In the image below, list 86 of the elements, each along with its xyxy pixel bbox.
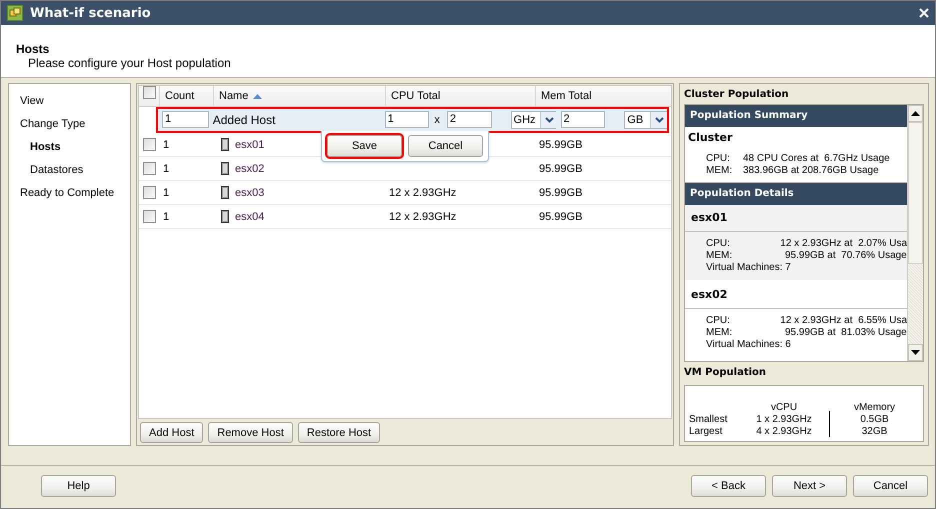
stat-label: MEM:: [706, 165, 734, 177]
stat-label: CPU:: [706, 238, 731, 250]
host-name[interactable]: esx01: [235, 138, 264, 150]
stat-value: 95.99GB at 70.76% Usage: [785, 250, 907, 262]
host-name[interactable]: Added Host: [212, 112, 385, 126]
stat-value: 12 x 2.93GHz at 6.55% Usa: [780, 315, 907, 327]
app-logo-icon: [7, 5, 23, 21]
wizard-step[interactable]: Datastores: [9, 162, 130, 185]
column-header[interactable]: CPU Total: [385, 86, 535, 106]
section-heading: Population Summary: [685, 105, 907, 127]
row-checkbox[interactable]: [142, 162, 156, 175]
caret-icon: [655, 116, 664, 122]
column-header[interactable]: Mem Total: [535, 86, 671, 106]
memory-field[interactable]: 2: [560, 111, 606, 128]
count-cell-text: 1: [162, 210, 170, 222]
section-title: VM Population: [684, 367, 768, 378]
cpu-cell: 12 x 2.93GHz: [389, 186, 456, 198]
save-button[interactable]: Save: [327, 135, 402, 157]
stat-value: 383.96GB at 208.76GB Usage: [743, 165, 879, 177]
server-icon: [221, 210, 229, 223]
table-action-button[interactable]: Restore Host: [298, 422, 380, 443]
page-title: Hosts: [16, 42, 50, 56]
row-label: Smallest: [689, 414, 728, 425]
vmemory-cell-text: 0.5GB: [859, 414, 890, 425]
server-icon: [221, 186, 229, 199]
multiply-sign: x: [434, 114, 440, 126]
memory-cell: 95.99GB: [539, 186, 582, 198]
host-name[interactable]: esx04: [235, 210, 264, 222]
row-checkbox[interactable]: [142, 210, 156, 223]
caret-icon: [544, 116, 554, 122]
vmemory-cell-text: 32GB: [860, 426, 888, 437]
section-title: Cluster Population: [684, 89, 790, 100]
column-header: vMemory: [852, 402, 896, 413]
column-header: vCPU: [770, 402, 798, 413]
vcpu-cell-text: 4 x 2.93GHz: [755, 426, 813, 437]
wizard-step[interactable]: Ready to Complete: [9, 185, 130, 208]
wizard-step[interactable]: View: [9, 93, 130, 116]
wizard-button[interactable]: Next >: [772, 475, 847, 497]
cpu-cell: 12 x 2.93GHz: [389, 210, 456, 222]
stat-label: MEM:: [706, 327, 734, 339]
help-button[interactable]: Help: [41, 475, 116, 497]
row-label: Largest: [689, 426, 724, 437]
wizard-button[interactable]: < Back: [691, 475, 766, 497]
column-header[interactable]: Count: [159, 86, 213, 106]
stat-label: CPU:: [706, 315, 731, 327]
count-field[interactable]: 1: [162, 111, 209, 128]
row-checkbox[interactable]: [142, 186, 156, 199]
vcpu-cell-text: 1 x 2.93GHz: [755, 414, 813, 425]
window-title: What-if scenario: [30, 6, 151, 20]
cpu-unit-dropdown[interactable]: GHz: [510, 110, 556, 128]
page-subtitle: Please configure your Host population: [27, 56, 232, 70]
scroll-down-icon[interactable]: [908, 344, 923, 362]
cpu-speed-field[interactable]: 2: [446, 111, 492, 128]
scroll-up-icon[interactable]: [908, 105, 923, 122]
host-name[interactable]: esx02: [235, 162, 264, 174]
cancel-button[interactable]: Cancel: [408, 135, 483, 157]
section-heading: Population Details: [685, 183, 907, 205]
column-header[interactable]: Name: [213, 86, 385, 106]
count-cell-text: 1: [162, 186, 170, 198]
count-cell-text: 1: [162, 138, 170, 150]
count-cell-text: 1: [162, 162, 170, 174]
wizard-step[interactable]: Change Type: [9, 116, 130, 139]
vm-count: Virtual Machines: 7: [706, 262, 791, 274]
stat-label: MEM:: [706, 250, 734, 262]
wizard-step[interactable]: Hosts: [9, 139, 130, 162]
server-icon: [221, 162, 229, 175]
table-action-button[interactable]: Add Host: [140, 422, 204, 443]
server-icon: [221, 138, 229, 151]
select-all-checkbox[interactable]: [142, 86, 156, 99]
memory-cell: 95.99GB: [539, 162, 582, 174]
stat-value: 95.99GB at 81.03% Usage: [785, 327, 907, 339]
close-icon[interactable]: [919, 8, 929, 18]
cpu-count-field[interactable]: 1: [384, 111, 430, 128]
vm-count: Virtual Machines: 6: [706, 339, 791, 351]
stat-value: 12 x 2.93GHz at 2.07% Usa: [780, 238, 907, 250]
row-checkbox[interactable]: [142, 138, 156, 151]
stat-label: CPU:: [706, 153, 731, 165]
memory-cell: 95.99GB: [539, 210, 582, 222]
memory-cell: 95.99GB: [539, 138, 582, 150]
scrollbar-thumb[interactable]: [908, 122, 923, 264]
wizard-button[interactable]: Cancel: [853, 475, 928, 497]
host-name[interactable]: esx03: [235, 186, 264, 198]
memory-unit-dropdown[interactable]: GB: [624, 110, 670, 128]
cluster-name: Cluster: [687, 130, 734, 144]
table-action-button[interactable]: Remove Host: [208, 422, 293, 443]
stat-value: 48 CPU Cores at 6.7GHz Usage: [743, 153, 890, 165]
